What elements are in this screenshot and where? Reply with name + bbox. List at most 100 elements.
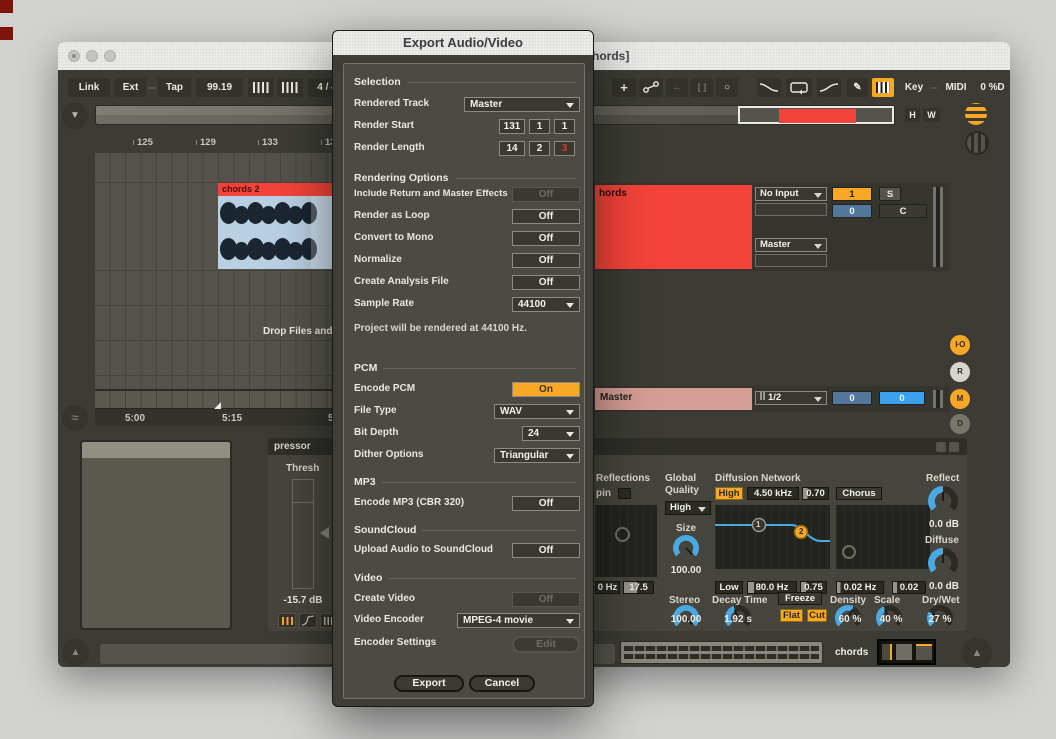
- output-channel-box[interactable]: [755, 254, 827, 267]
- stereo-value-text[interactable]: 100.00: [662, 614, 710, 626]
- midi-map-button[interactable]: MIDI: [939, 78, 973, 97]
- dialog-title[interactable]: Export Audio/Video: [333, 31, 593, 55]
- detail-view-toggle[interactable]: ▲: [962, 638, 992, 668]
- decay-value-text[interactable]: 1.92 s: [714, 614, 762, 626]
- rendered-track-dropdown[interactable]: Master: [464, 97, 580, 112]
- pencil-icon[interactable]: ✎: [847, 78, 868, 97]
- loop-icon[interactable]: [786, 78, 812, 97]
- threshold-arrow-icon[interactable]: [320, 527, 329, 539]
- returns-section-toggle[interactable]: R: [950, 362, 970, 382]
- density-value-text[interactable]: 60 %: [832, 614, 868, 626]
- dither-options-dropdown[interactable]: Triangular: [494, 448, 580, 463]
- spin-point[interactable]: [615, 527, 630, 542]
- reflect-knob[interactable]: [928, 486, 958, 516]
- spin-rate-box[interactable]: 0 Hz: [595, 581, 620, 594]
- overview-selection[interactable]: [779, 109, 856, 123]
- arrangement-view-toggle[interactable]: [963, 101, 989, 127]
- plus-icon[interactable]: +: [612, 78, 636, 97]
- create-analysis-toggle[interactable]: Off: [512, 275, 580, 290]
- freeze-button[interactable]: Freeze: [778, 592, 822, 605]
- render-length-bars[interactable]: 14: [499, 141, 525, 156]
- encode-pcm-toggle[interactable]: On: [512, 382, 580, 397]
- punch-out-icon[interactable]: [817, 78, 841, 97]
- ext-button[interactable]: Ext: [115, 78, 146, 97]
- crossfade-button[interactable]: C: [879, 204, 927, 218]
- export-button[interactable]: Export: [394, 675, 464, 692]
- link-button[interactable]: Link: [68, 78, 110, 97]
- io-section-toggle[interactable]: I·O: [950, 335, 970, 355]
- compressor-title[interactable]: pressor: [268, 438, 341, 455]
- chorus-point[interactable]: [842, 545, 856, 559]
- activity-view-button[interactable]: [278, 613, 296, 628]
- upload-soundcloud-toggle[interactable]: Off: [512, 543, 580, 558]
- reverb-title-bar[interactable]: [592, 438, 967, 455]
- cancel-button[interactable]: Cancel: [469, 675, 535, 692]
- flat-button[interactable]: Flat: [780, 609, 803, 622]
- render-length-beats[interactable]: 2: [529, 141, 550, 156]
- hi-shelf-freq[interactable]: 4.50 kHz: [747, 487, 799, 500]
- chorus-amount-box[interactable]: 0.02: [892, 581, 926, 594]
- filter-dot-1[interactable]: 1: [756, 519, 760, 531]
- master-pan-box[interactable]: 0: [832, 391, 872, 405]
- marker-brackets-icon[interactable]: [ ]: [691, 78, 713, 97]
- file-type-dropdown[interactable]: WAV: [494, 404, 580, 419]
- quality-dropdown[interactable]: High: [665, 501, 711, 515]
- chorus-toggle[interactable]: Chorus: [836, 487, 882, 500]
- minimize-button[interactable]: [86, 50, 98, 62]
- computer-midi-keyboard-icon[interactable]: [872, 78, 894, 97]
- re-enable-automation-icon[interactable]: ←: [666, 78, 688, 97]
- close-button[interactable]: [68, 50, 80, 62]
- master-volume-box[interactable]: 0: [879, 391, 925, 405]
- follow-circle-icon[interactable]: ○: [716, 78, 738, 97]
- sample-rate-dropdown[interactable]: 44100: [512, 297, 580, 312]
- session-view-toggle[interactable]: [965, 131, 989, 155]
- clip-overview-strip[interactable]: [620, 641, 823, 664]
- cut-button[interactable]: Cut: [807, 609, 827, 622]
- input-routing-dropdown[interactable]: No Input: [755, 187, 827, 201]
- chorus-xy-display[interactable]: [836, 505, 930, 569]
- transfer-curve-button[interactable]: [299, 613, 317, 628]
- threshold-value[interactable]: -15.7 dB: [276, 595, 330, 607]
- device-chain-thumbnail[interactable]: [877, 639, 936, 665]
- audio-clip[interactable]: chords 2: [218, 183, 333, 269]
- filter-dot-2[interactable]: 2: [799, 526, 803, 538]
- solo-button[interactable]: S: [879, 187, 901, 201]
- overview-view-box[interactable]: [738, 106, 894, 124]
- compressor-device[interactable]: pressor Thresh -15.7 dB: [268, 438, 341, 631]
- output-routing-dropdown[interactable]: Master: [755, 238, 827, 252]
- render-start-beats[interactable]: 1: [529, 119, 550, 134]
- normalize-toggle[interactable]: Off: [512, 253, 580, 268]
- tempo-display[interactable]: 99.19: [196, 78, 243, 97]
- spin-amount-box[interactable]: 17.5: [623, 581, 654, 594]
- clip-waveform[interactable]: [218, 196, 333, 269]
- automation-mode-icon[interactable]: [639, 78, 663, 97]
- drywet-value-text[interactable]: 27 %: [922, 614, 958, 626]
- hi-shelf-toggle[interactable]: High: [715, 487, 743, 500]
- save-preset-icon[interactable]: [949, 442, 959, 452]
- diffusion-eq-display[interactable]: 1 2: [715, 505, 830, 569]
- info-view-toggle[interactable]: ▲: [62, 639, 89, 666]
- spin-xy-display[interactable]: [595, 505, 657, 577]
- scale-value-text[interactable]: 40 %: [873, 614, 909, 626]
- delay-section-toggle[interactable]: D: [950, 414, 970, 434]
- render-as-loop-toggle[interactable]: Off: [512, 209, 580, 224]
- encode-mp3-toggle[interactable]: Off: [512, 496, 580, 511]
- render-start-bars[interactable]: 131: [499, 119, 525, 134]
- chorus-rate-box[interactable]: 0.02 Hz: [836, 581, 884, 594]
- arrangement-overview-toggle[interactable]: ▼: [62, 103, 88, 129]
- diffuse-value[interactable]: 0.0 dB: [922, 581, 966, 593]
- key-map-button[interactable]: Key: [899, 78, 929, 97]
- arm-button[interactable]: 1: [832, 187, 872, 201]
- spin-toggle[interactable]: [618, 488, 631, 499]
- hi-shelf-gain[interactable]: 0.70: [802, 487, 829, 500]
- threshold-slider[interactable]: [292, 479, 314, 589]
- bit-depth-dropdown[interactable]: 24: [522, 426, 580, 441]
- punch-in-icon[interactable]: [757, 78, 781, 97]
- input-channel-box[interactable]: [755, 203, 827, 216]
- master-routing-dropdown[interactable]: 1/2: [755, 391, 827, 405]
- tap-tempo-button[interactable]: Tap: [158, 78, 191, 97]
- quantize-menu-icon[interactable]: [277, 78, 303, 97]
- master-track-name[interactable]: Master: [595, 388, 752, 410]
- zoom-back-button[interactable]: ≈: [62, 405, 88, 431]
- mixer-section-toggle[interactable]: M: [950, 389, 970, 409]
